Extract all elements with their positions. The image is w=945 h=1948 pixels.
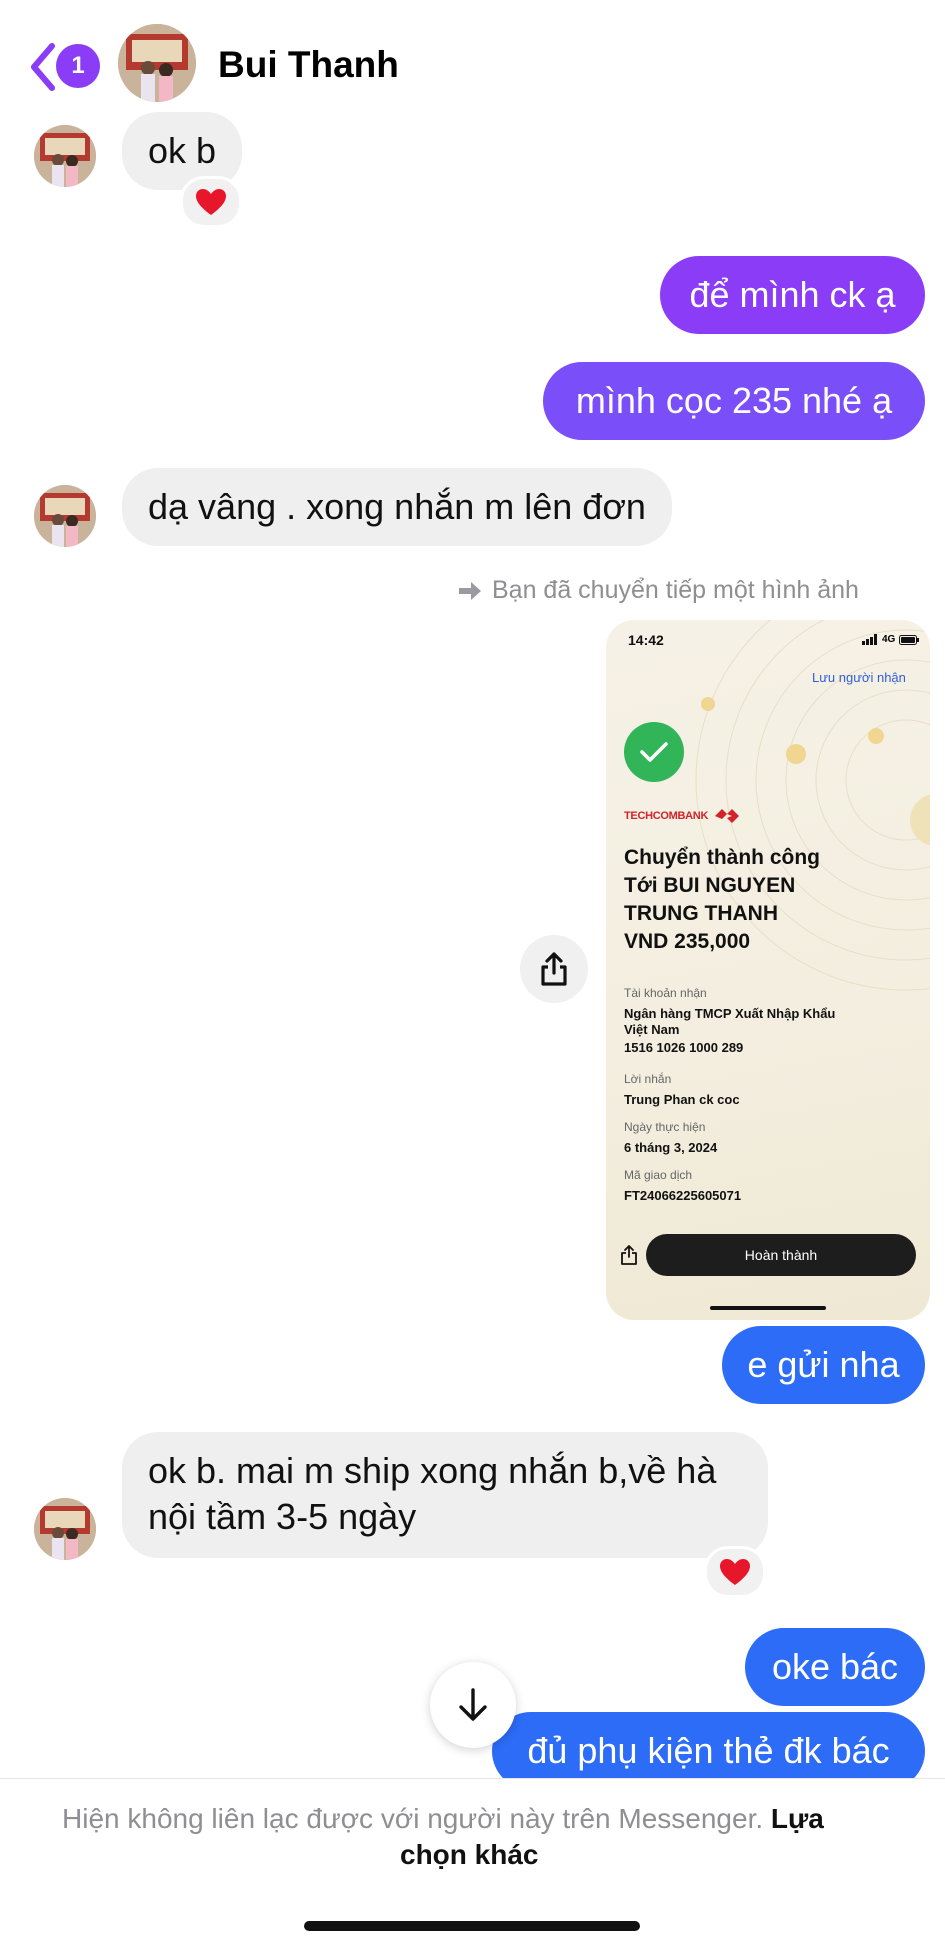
message-text-line1: ok b. mai m ship xong nhắn b,về hà	[148, 1450, 717, 1491]
network-label: 4G	[882, 634, 896, 645]
message-value: Trung Phan ck coc	[624, 1092, 740, 1107]
date-label: Ngày thực hiện	[624, 1120, 706, 1134]
contact-name[interactable]: Bui Thanh	[218, 44, 399, 86]
message-text-line2: nội tầm 3-5 ngày	[148, 1496, 417, 1537]
unread-count: 1	[71, 52, 85, 79]
footer-notice: Hiện không liên lạc được với người này t…	[62, 1801, 902, 1837]
message-text: dạ vâng . xong nhắn m lên đơn	[148, 486, 646, 527]
txn-label: Mã giao dịch	[624, 1168, 693, 1182]
forward-note-text: Bạn đã chuyển tiếp một hình ảnh	[492, 576, 859, 604]
receipt-title-line2: Tới BUI NGUYEN	[624, 874, 796, 897]
message-text: đủ phụ kiện thẻ đk bác	[527, 1730, 890, 1771]
avatar-photo	[34, 125, 96, 187]
message-bubble-outgoing[interactable]: oke bác	[745, 1628, 925, 1706]
message-text: mình cọc 235 nhé ạ	[575, 380, 893, 421]
avatar-photo	[118, 24, 196, 102]
avatar-photo	[34, 485, 96, 547]
heart-icon	[196, 189, 226, 215]
message-bubble-outgoing[interactable]: mình cọc 235 nhé ạ	[543, 362, 925, 440]
share-icon	[541, 952, 567, 986]
home-indicator	[710, 1306, 826, 1310]
receipt-amount: VND 235,000	[624, 930, 751, 953]
forward-arrow-icon	[459, 581, 481, 600]
message-bubble-incoming[interactable]: ok b. mai m ship xong nhắn b,về hà nội t…	[122, 1432, 768, 1558]
check-icon	[640, 742, 668, 762]
message-label: Lời nhắn	[624, 1072, 672, 1086]
reaction-heart[interactable]	[704, 1546, 766, 1598]
done-button[interactable]: Hoàn thành	[646, 1234, 916, 1276]
arrow-down-icon	[459, 1688, 487, 1721]
unread-badge: 1	[56, 44, 100, 88]
account-bank-line1: Ngân hàng TMCP Xuất Nhập Khẩu	[624, 1006, 836, 1021]
forwarded-image[interactable]: 14:42 4G Lưu người nhận TECHCOMBANK Chuy…	[606, 620, 930, 1320]
receipt-title-line3: TRUNG THANH	[624, 902, 778, 925]
other-options-link-part1[interactable]: Lựa	[771, 1803, 824, 1834]
forward-note: Bạn đã chuyển tiếp một hình ảnh	[458, 576, 859, 605]
header-avatar[interactable]	[118, 24, 196, 102]
bank-name: TECHCOMBANK	[624, 810, 709, 822]
back-button[interactable]: 1	[22, 36, 102, 96]
message-text: e gửi nha	[747, 1344, 900, 1385]
chevron-left-icon	[31, 43, 55, 91]
message-text: ok b	[148, 130, 217, 171]
bank-logo: TECHCOMBANK	[624, 808, 740, 824]
date-value: 6 tháng 3, 2024	[624, 1140, 718, 1155]
txn-value: FT24066225605071	[624, 1188, 742, 1203]
receipt-share-icon	[621, 1245, 637, 1265]
sender-avatar[interactable]	[34, 125, 96, 187]
battery-icon	[899, 634, 920, 645]
done-button-label: Hoàn thành	[744, 1247, 818, 1263]
avatar-photo	[34, 1498, 96, 1560]
account-label: Tài khoản nhận	[624, 986, 707, 1000]
footer-notice-text: Hiện không liên lạc được với người này t…	[62, 1803, 764, 1834]
receipt-title-line1: Chuyển thành công	[624, 846, 820, 869]
reaction-heart[interactable]	[180, 176, 242, 228]
message-text: oke bác	[771, 1646, 899, 1687]
sender-avatar[interactable]	[34, 1498, 96, 1560]
share-button[interactable]	[520, 935, 588, 1003]
status-icons: 4G	[862, 634, 920, 645]
message-bubble-outgoing[interactable]: e gửi nha	[722, 1326, 925, 1404]
other-options-link[interactable]: chọn khác	[400, 1837, 538, 1873]
save-recipient-link[interactable]: Lưu người nhận	[812, 670, 906, 685]
account-bank-line2: Việt Nam	[624, 1022, 680, 1037]
heart-icon	[720, 1559, 750, 1585]
receipt-time: 14:42	[628, 632, 664, 648]
home-indicator	[304, 1921, 640, 1931]
message-bubble-outgoing[interactable]: để mình ck ạ	[660, 256, 925, 334]
signal-icon	[862, 634, 877, 645]
sender-avatar[interactable]	[34, 485, 96, 547]
message-bubble-incoming[interactable]: dạ vâng . xong nhắn m lên đơn	[122, 468, 672, 546]
success-check	[624, 722, 684, 782]
techcombank-logo-icon	[715, 809, 740, 823]
scroll-to-bottom-button[interactable]	[430, 1662, 516, 1748]
message-text: để mình ck ạ	[689, 274, 896, 315]
account-number: 1516 1026 1000 289	[624, 1040, 744, 1055]
footer-notice-bar: Hiện không liên lạc được với người này t…	[0, 1778, 945, 1948]
